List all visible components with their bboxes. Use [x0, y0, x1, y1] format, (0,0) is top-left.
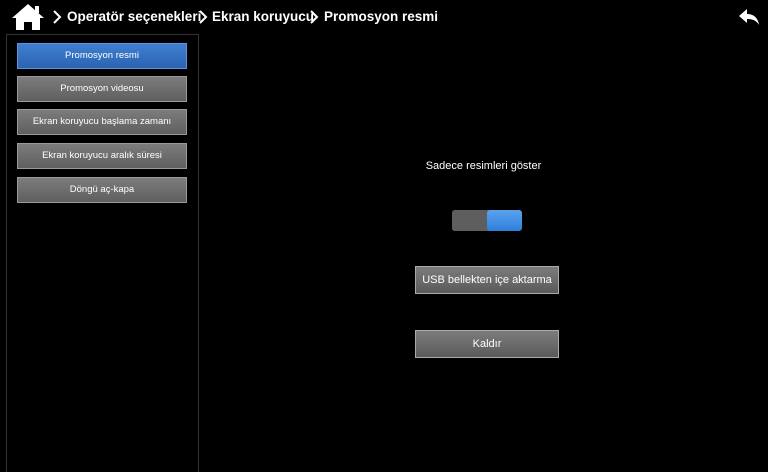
toggle-track — [452, 210, 487, 231]
chevron-right-icon — [53, 10, 62, 24]
sidebar-item-promo-video[interactable]: Promosyon videosu — [17, 76, 187, 102]
chevron-right-icon — [199, 10, 208, 24]
breadcrumb-screensaver[interactable]: Ekran koruyucu — [212, 0, 314, 34]
show-images-only-toggle[interactable] — [452, 210, 522, 231]
main-panel: Sadece resimleri göster USB bellekten iç… — [199, 34, 768, 472]
sidebar-item-screensaver-interval[interactable]: Ekran koruyucu aralık süresi — [17, 143, 187, 169]
top-bar: Operatör seçenekleri Ekran koruyucu Prom… — [0, 0, 768, 34]
back-arrow-icon[interactable] — [738, 8, 760, 26]
breadcrumb-operator-options[interactable]: Operatör seçenekleri — [67, 0, 201, 34]
breadcrumb-promo-image: Promosyon resmi — [324, 9, 439, 24]
usb-import-button[interactable]: USB bellekten içe aktarma — [415, 266, 559, 294]
sidebar-item-loop-toggle[interactable]: Döngü aç-kapa — [17, 177, 187, 203]
show-images-only-label: Sadece resimleri göster — [425, 160, 542, 172]
toggle-knob — [487, 210, 522, 231]
sidebar-item-screensaver-start-time[interactable]: Ekran koruyucu başlama zamanı — [17, 109, 187, 135]
home-icon[interactable] — [10, 3, 46, 31]
sidebar: Promosyon resmi Promosyon videosu Ekran … — [6, 34, 199, 472]
sidebar-item-promo-image[interactable]: Promosyon resmi — [17, 43, 187, 69]
remove-button[interactable]: Kaldır — [415, 330, 559, 358]
chevron-right-icon — [310, 10, 319, 24]
